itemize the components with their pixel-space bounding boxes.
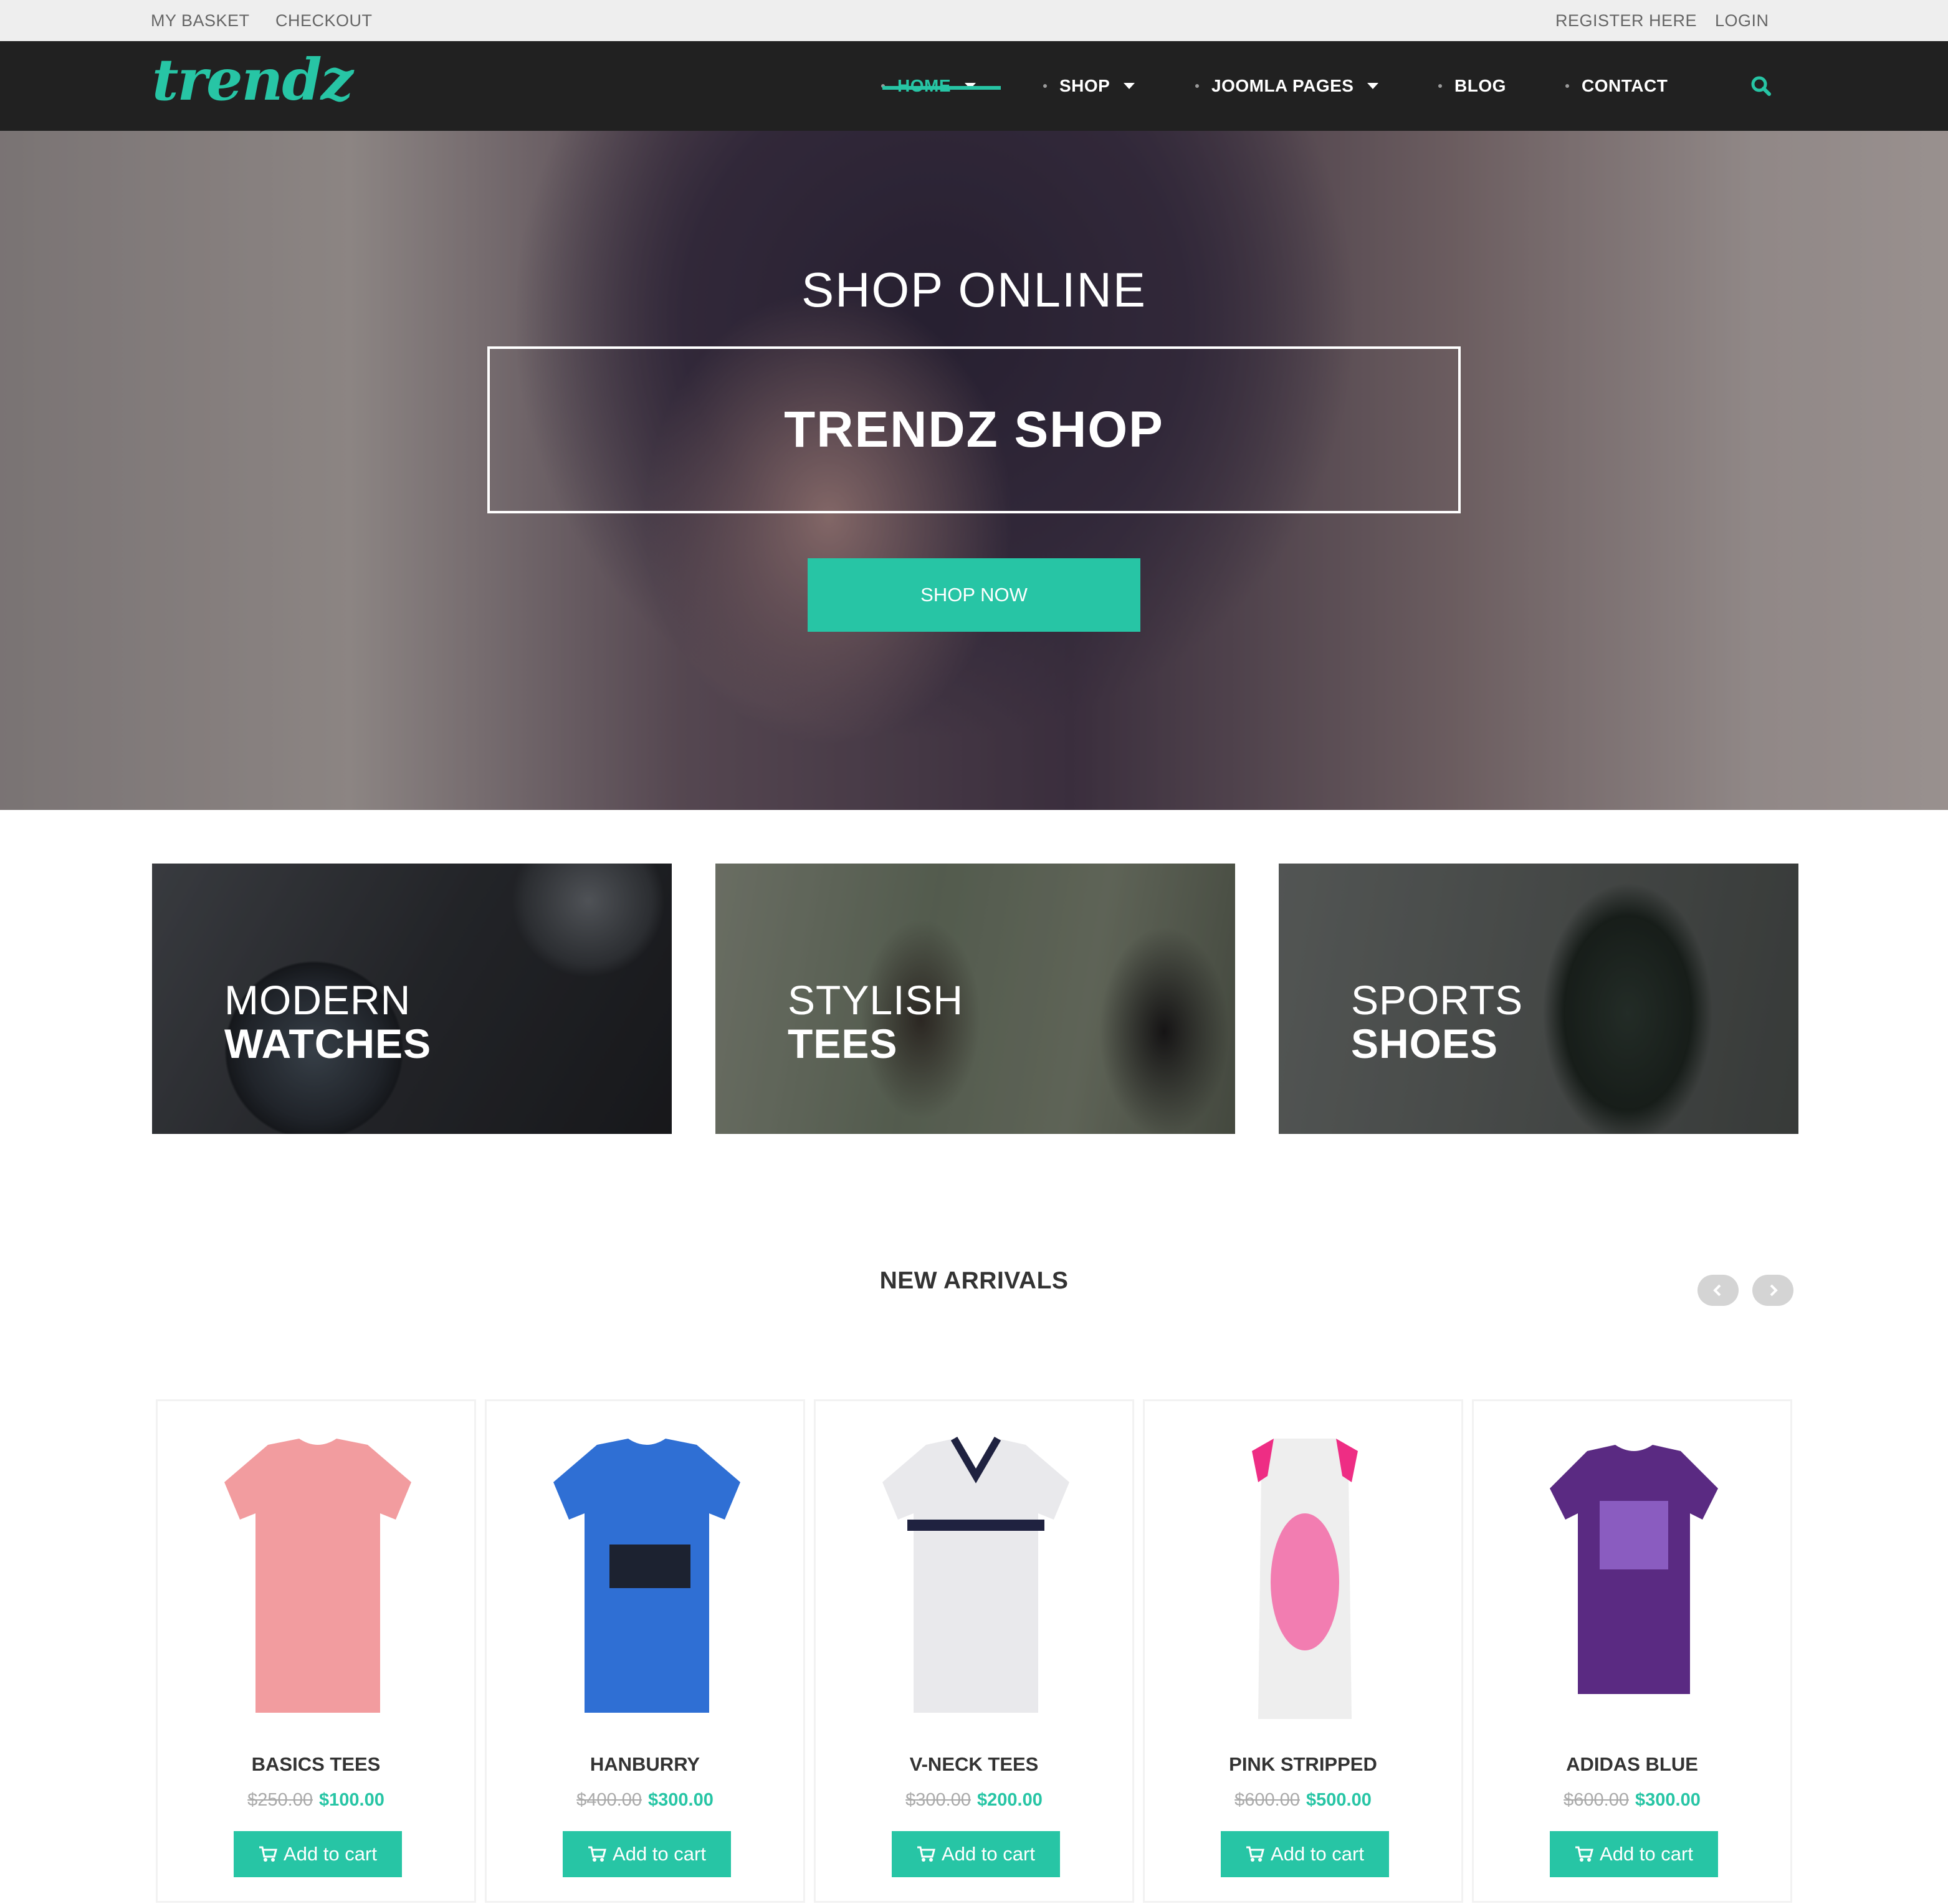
add-to-cart-button[interactable]: Add to cart [892,1831,1060,1877]
hero-banner: SHOP ONLINE TRENDZ SHOP SHOP NOW [0,131,1948,810]
product-image-tshirt [553,1439,740,1713]
old-price: $600.00 [1234,1790,1300,1810]
nav-bullet [1565,84,1569,88]
product-card: ADIDAS BLUE $600.00 $300.00 Add to cart [1472,1399,1792,1903]
product-price: $300.00 $200.00 [816,1790,1132,1811]
add-to-cart-label: Add to cart [613,1843,706,1865]
register-link[interactable]: REGISTER HERE [1555,11,1697,31]
product-name[interactable]: BASICS TEES [158,1753,474,1776]
tshirt-stripe [907,1520,1044,1531]
add-to-cart-button[interactable]: Add to cart [1221,1831,1389,1877]
shop-now-button[interactable]: SHOP NOW [808,558,1140,632]
nav-bullet [1195,84,1199,88]
chevron-right-icon [1770,1284,1778,1297]
product-card: PINK STRIPPED $600.00 $500.00 Add to cart [1143,1399,1463,1903]
nav-item-joomla-pages[interactable]: JOOMLA PAGES [1195,74,1379,98]
category-title-line2: SHOES [1351,1021,1499,1067]
cart-icon [259,1846,277,1862]
caret-down-icon [1367,83,1379,89]
carousel-next-button[interactable] [1752,1275,1793,1306]
nav-label-joomla-pages: JOOMLA PAGES [1211,76,1354,95]
nav-bullet [1438,84,1442,88]
cart-icon [588,1846,606,1862]
nav-label-contact: CONTACT [1582,76,1668,95]
product-price: $600.00 $500.00 [1145,1790,1461,1811]
hero-title-frame: TRENDZ SHOP [487,346,1461,513]
login-link[interactable]: LOGIN [1715,11,1769,31]
product-price: $250.00 $100.00 [158,1790,474,1811]
chevron-left-icon [1713,1284,1721,1297]
product-name[interactable]: V-NECK TEES [816,1753,1132,1776]
add-to-cart-label: Add to cart [1600,1843,1693,1865]
product-card: HANBURRY $400.00 $300.00 Add to cart [485,1399,805,1903]
add-to-cart-button[interactable]: Add to cart [563,1831,731,1877]
new-arrivals-title: NEW ARRIVALS [879,1267,1069,1294]
add-to-cart-label: Add to cart [942,1843,1035,1865]
nav-item-contact[interactable]: CONTACT [1565,74,1668,98]
old-price: $400.00 [576,1790,642,1810]
category-title-line1: STYLISH [788,977,964,1023]
cart-icon [917,1846,935,1862]
my-basket-link[interactable]: MY BASKET [151,11,250,31]
product-name[interactable]: HANBURRY [487,1753,803,1776]
product-price: $600.00 $300.00 [1474,1790,1790,1811]
nav-bullet [1043,84,1047,88]
product-name[interactable]: PINK STRIPPED [1145,1753,1461,1776]
category-banner-shoes[interactable]: SPORTS SHOES [1279,864,1798,1134]
sale-price: $200.00 [977,1790,1043,1810]
nav-item-blog[interactable]: BLOG [1438,74,1506,98]
nav-item-shop[interactable]: SHOP [1043,74,1135,98]
product-price: $400.00 $300.00 [487,1790,803,1811]
product-card: V-NECK TEES $300.00 $200.00 Add to cart [814,1399,1134,1903]
old-price: $250.00 [247,1790,313,1810]
add-to-cart-label: Add to cart [1271,1843,1364,1865]
add-to-cart-label: Add to cart [284,1843,377,1865]
category-title-line1: SPORTS [1351,977,1524,1023]
dress-print [1271,1513,1339,1650]
sale-price: $100.00 [319,1790,384,1810]
hero-title: TRENDZ SHOP [784,401,1164,458]
hero-subtitle: SHOP ONLINE [801,262,1147,317]
category-title-line2: TEES [788,1021,898,1067]
product-image-tshirt [224,1439,411,1713]
category-title-line1: MODERN [224,977,411,1023]
product-image-dress [1252,1439,1358,1719]
carousel-prev-button[interactable] [1697,1275,1739,1306]
checkout-link[interactable]: CHECKOUT [275,11,373,31]
old-price: $600.00 [1564,1790,1629,1810]
top-utility-bar: MY BASKET CHECKOUT REGISTER HERE LOGIN [0,0,1948,41]
product-card: BASICS TEES $250.00 $100.00 Add to cart [156,1399,476,1903]
brand-logo[interactable]: trendz [152,46,353,113]
active-nav-indicator [882,86,1001,90]
add-to-cart-button[interactable]: Add to cart [234,1831,402,1877]
nav-label-shop: SHOP [1059,76,1110,95]
sale-price: $300.00 [1635,1790,1701,1810]
product-image-tshirt [882,1436,1069,1713]
category-banner-watches[interactable]: MODERN WATCHES [152,864,672,1134]
product-image-tshirt [1550,1445,1718,1694]
cart-icon [1575,1846,1593,1862]
old-price: $300.00 [905,1790,971,1810]
tshirt-print [609,1545,690,1588]
category-banner-tees[interactable]: STYLISH TEES [715,864,1235,1134]
category-title-line2: WATCHES [224,1021,432,1067]
search-icon[interactable] [1749,74,1774,98]
cart-icon [1246,1846,1264,1862]
caret-down-icon [1124,83,1135,89]
product-name[interactable]: ADIDAS BLUE [1474,1753,1790,1776]
tshirt-print [1600,1501,1668,1569]
sale-price: $500.00 [1306,1790,1372,1810]
tshirt-shape [224,1439,411,1713]
sale-price: $300.00 [648,1790,714,1810]
nav-label-blog: BLOG [1454,76,1506,95]
add-to-cart-button[interactable]: Add to cart [1550,1831,1718,1877]
